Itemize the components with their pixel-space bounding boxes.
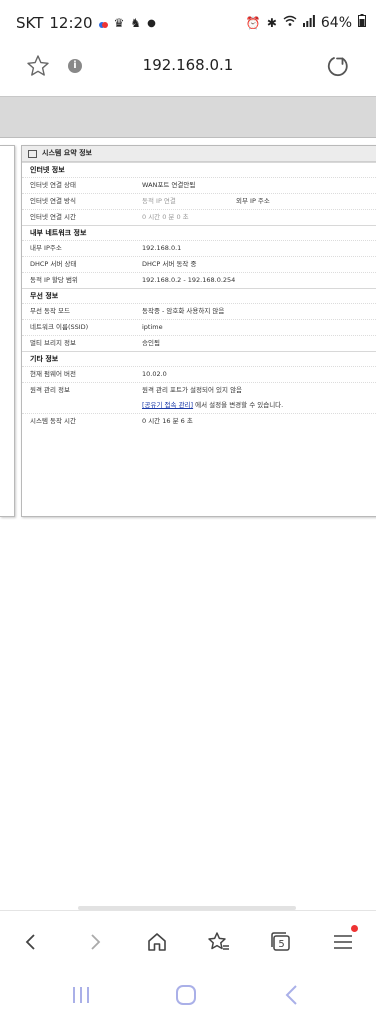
alarm-icon: ⏰	[245, 15, 261, 30]
home-nav-icon	[176, 985, 196, 1005]
table-row: 인터넷 연결 시간 0 시간 0 분 0 초	[22, 209, 376, 225]
bookmarks-button[interactable]	[202, 925, 236, 959]
app-icon: ♞	[130, 16, 142, 30]
menu-button[interactable]	[326, 925, 360, 959]
back-button[interactable]	[14, 925, 48, 959]
more-notifications-icon: ●	[147, 17, 156, 29]
table-row: [공유기 접속 관리] 에서 설정을 변경할 수 있습니다.	[142, 401, 284, 409]
battery-label: 64%	[320, 14, 352, 31]
bookmarks-star-icon	[208, 932, 229, 950]
forward-button[interactable]	[78, 925, 112, 959]
hamburger-menu-icon	[334, 935, 352, 949]
bluetooth-icon: ✱	[266, 15, 277, 30]
table-row: 멀티 브리지 정보 승인됨	[22, 335, 376, 351]
home-icon	[148, 933, 166, 951]
page-header-strip	[0, 96, 376, 138]
section-other: 기타 정보	[22, 351, 376, 366]
battery-icon	[358, 14, 366, 31]
table-row: 내부 IP주소 192.168.0.1	[22, 240, 376, 256]
address-bar: i 192.168.0.1	[0, 46, 376, 92]
tabs-button[interactable]: 5	[264, 925, 298, 959]
section-internet: 인터넷 정보	[22, 162, 376, 177]
table-row: DHCP 서버 상태 DHCP 서버 동작 중	[22, 256, 376, 272]
browser-toolbar: 5	[0, 910, 376, 975]
back-nav-icon	[285, 985, 297, 1005]
recent-apps-button[interactable]	[70, 984, 92, 1010]
section-internal-network: 내부 네트워크 정보	[22, 225, 376, 240]
table-row: 인터넷 연결 상태 WAN포트 연결안됨	[22, 177, 376, 193]
chevron-left-icon	[25, 934, 35, 950]
table-row: 무선 동작 모드 동작중 - 암호화 사용하지 않음	[22, 303, 376, 319]
panel-title: 시스템 요약 정보	[22, 146, 376, 162]
tabs-icon: 5	[271, 932, 290, 951]
carrier-label: SKT	[16, 14, 44, 32]
table-row: 원격 관리 정보 원격 관리 포트가 설정되어 있지 않음	[22, 382, 376, 398]
table-row: 동적 IP 할당 범위 192.168.0.2 - 192.168.0.254	[22, 272, 376, 288]
section-wireless: 무선 정보	[22, 288, 376, 303]
window-icon	[28, 150, 37, 158]
notification-dots-icon	[98, 14, 108, 32]
table-row: 인터넷 연결 방식 동적 IP 연결 외부 IP 주소	[22, 193, 376, 209]
svg-text:5: 5	[278, 939, 284, 950]
chevron-right-icon	[91, 934, 101, 950]
url-field[interactable]: 192.168.0.1	[0, 56, 376, 74]
status-bar: SKT 12:20 ♛ ♞ ● ⏰ ✱ 64%	[0, 0, 376, 46]
recent-apps-icon	[73, 987, 89, 1003]
left-frame	[0, 145, 15, 517]
home-button[interactable]	[140, 925, 174, 959]
table-row: 현재 펌웨어 버전 10.02.0	[22, 366, 376, 382]
table-row: 네트워크 이름(SSID) iptime	[22, 319, 376, 335]
router-access-management-link[interactable]: [공유기 접속 관리]	[142, 401, 193, 409]
home-nav-button[interactable]	[174, 984, 198, 1010]
crown-icon: ♛	[113, 16, 125, 30]
signal-icon	[302, 14, 315, 31]
clock: 12:20	[49, 14, 93, 32]
system-navigation-bar	[0, 974, 376, 1024]
wifi-icon	[283, 15, 297, 31]
table-row: 시스템 동작 시간 0 시간 16 분 6 초	[22, 413, 376, 429]
system-summary-panel: 시스템 요약 정보 인터넷 정보 인터넷 연결 상태 WAN포트 연결안됨 인터…	[21, 145, 376, 517]
back-nav-button[interactable]	[282, 984, 302, 1010]
notification-badge	[351, 925, 358, 932]
reload-icon[interactable]	[326, 54, 350, 82]
